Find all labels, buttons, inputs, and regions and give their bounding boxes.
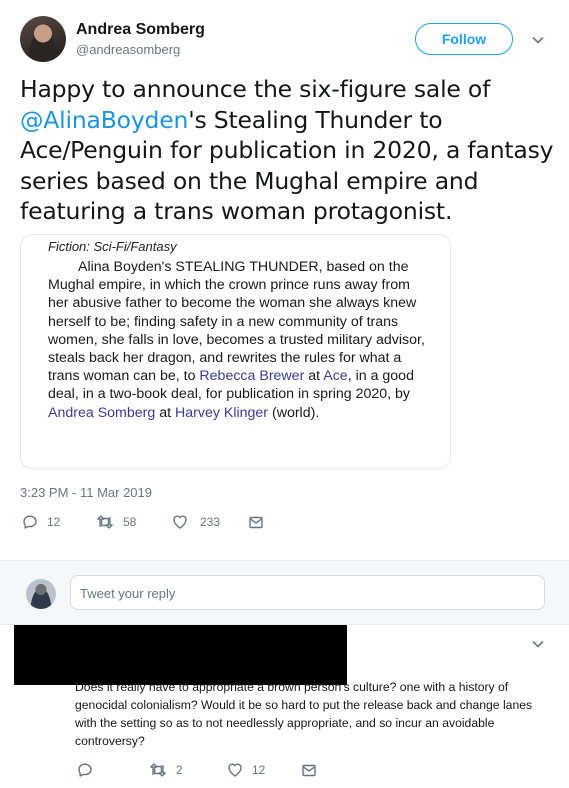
mention-link[interactable]: @AlinaBoyden — [20, 106, 188, 134]
redaction-box — [14, 665, 66, 685]
author-handle[interactable]: @andreasomberg — [76, 42, 180, 57]
envelope-icon — [301, 762, 317, 778]
reply-input[interactable]: Tweet your reply — [70, 575, 545, 610]
retweet-icon — [96, 514, 114, 530]
heart-icon — [227, 762, 243, 778]
retweet-count: 2 — [176, 763, 183, 777]
reply-text: Does it really have to appropriate a bro… — [75, 680, 533, 748]
reply-icon — [22, 514, 38, 530]
tweet-timestamp[interactable]: 3:23 PM - 11 Mar 2019 — [20, 485, 152, 500]
retweet-button[interactable]: 2 — [149, 762, 183, 778]
reply-icon — [77, 762, 93, 778]
tweet-actions: 12 58 233 — [20, 514, 320, 534]
media-category: Fiction: Sci-Fi/Fantasy — [48, 239, 177, 254]
author-avatar[interactable] — [20, 16, 66, 62]
author-name[interactable]: Andrea Somberg — [76, 21, 205, 39]
reply-count: 12 — [47, 515, 61, 529]
main-tweet: Andrea Somberg @andreasomberg Follow Hap… — [0, 0, 569, 561]
reply-actions: 2 12 — [75, 762, 375, 780]
envelope-icon — [248, 514, 264, 530]
like-count: 233 — [200, 515, 221, 529]
like-count: 12 — [252, 763, 266, 777]
tweet-text: Happy to announce the six-figure sale of… — [20, 75, 554, 225]
direct-message-button[interactable] — [301, 762, 317, 778]
reply-compose-bar: Tweet your reply — [0, 561, 569, 624]
direct-message-button[interactable] — [248, 514, 264, 530]
reply-button[interactable] — [77, 762, 93, 778]
media-body-text: Alina Boyden's STEALING THUNDER, based o… — [48, 259, 425, 421]
heart-icon — [172, 514, 188, 530]
retweet-icon — [149, 762, 167, 778]
current-user-avatar — [26, 579, 56, 609]
reply-tweet: Does it really have to appropriate a bro… — [0, 625, 569, 788]
retweet-count: 58 — [123, 515, 137, 529]
reply-button[interactable]: 12 — [22, 514, 60, 530]
like-button[interactable]: 12 — [227, 762, 265, 778]
chevron-down-icon[interactable] — [531, 637, 545, 651]
chevron-down-icon[interactable] — [531, 33, 545, 47]
like-button[interactable]: 233 — [172, 514, 220, 530]
follow-button[interactable]: Follow — [415, 23, 513, 55]
tweet-media-image[interactable]: Fiction: Sci-Fi/Fantasy Alina Boyden's S… — [20, 234, 451, 469]
retweet-button[interactable]: 58 — [96, 514, 136, 530]
